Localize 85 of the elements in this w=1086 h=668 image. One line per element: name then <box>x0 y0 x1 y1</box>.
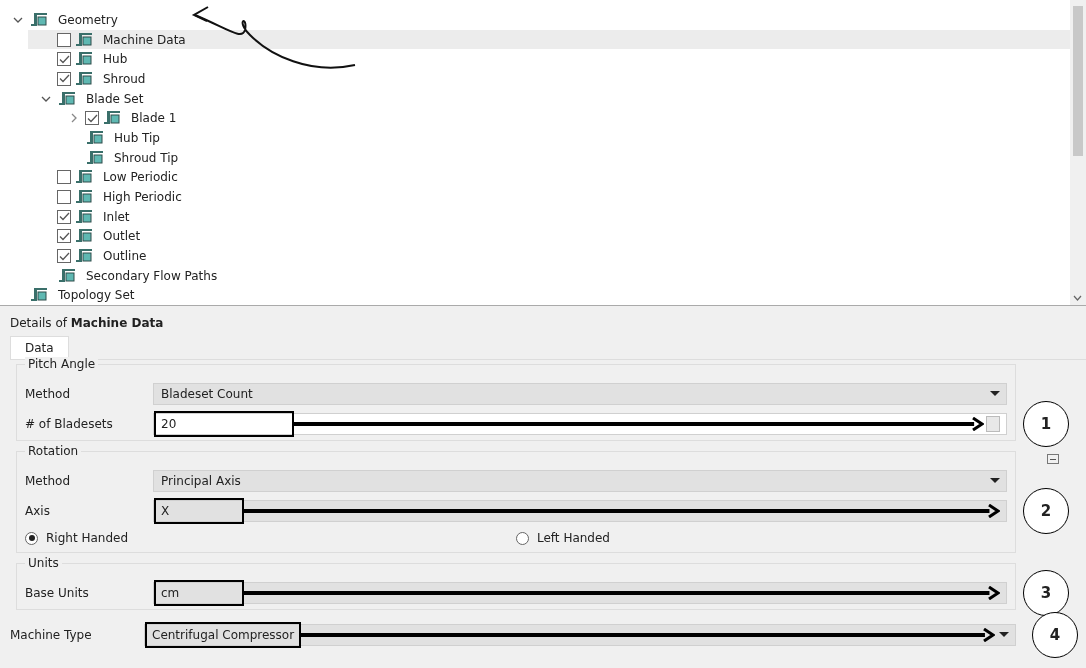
dropdown-field[interactable]: Bladeset Count <box>153 382 1007 405</box>
caret-icon <box>999 632 1009 637</box>
tree-item-label: Outlet <box>103 229 141 244</box>
field-value: cm <box>154 579 244 606</box>
tree-item[interactable]: Machine Data <box>28 29 1070 50</box>
tree-item[interactable]: Low Periodic <box>28 167 1070 188</box>
tree-item-label: Topology Set <box>58 288 135 303</box>
field-value: Centrifugal Compressor <box>145 621 302 648</box>
tree-item[interactable]: Hub Tip <box>56 128 1070 148</box>
field-label: Machine Type <box>10 627 93 642</box>
scroll-down-icon[interactable] <box>1073 295 1082 301</box>
field-label: Base Units <box>25 585 90 600</box>
group-title: Units <box>25 556 62 570</box>
input-field[interactable]: 20 <box>153 412 1007 435</box>
radio-option[interactable]: Right Handed <box>25 531 516 545</box>
tree-item[interactable]: Shroud Tip <box>56 147 1070 168</box>
checkbox[interactable] <box>57 32 71 47</box>
callout-number: 2 <box>1023 487 1069 534</box>
arrow-head-icon <box>972 416 984 431</box>
tab[interactable]: Data <box>10 336 69 359</box>
tree-item[interactable]: Outline <box>28 246 1070 266</box>
group-title: Rotation <box>25 444 82 458</box>
tree-item-label: Blade Set <box>86 91 144 106</box>
dropdown-field[interactable]: Principal Axis <box>153 469 1007 492</box>
radio-label: Left Handed <box>537 531 610 545</box>
checkbox[interactable] <box>57 71 71 86</box>
field-value: Bladeset Count <box>160 385 254 403</box>
arrow-head-icon <box>988 585 1000 600</box>
input-field[interactable]: X <box>153 499 1007 522</box>
input-field[interactable]: cm <box>153 581 1007 604</box>
checkbox[interactable] <box>57 249 71 264</box>
arrow-head-icon <box>983 627 995 642</box>
caret-icon <box>990 391 1000 396</box>
dropdown-field[interactable]: Centrifugal Compressor <box>144 623 1016 646</box>
tree-item[interactable]: High Periodic <box>28 187 1070 207</box>
radio-button[interactable] <box>516 531 529 545</box>
tree-item-label: Machine Data <box>103 32 186 47</box>
chevron-down-icon[interactable] <box>41 95 51 102</box>
group-title: Pitch Angle <box>25 357 99 371</box>
tree-item-label: Hub <box>103 52 128 67</box>
chevron-down-icon[interactable] <box>13 16 23 23</box>
callout-number: 4 <box>1032 611 1078 658</box>
tree-item-label: Inlet <box>103 209 130 224</box>
field-value: X <box>154 497 244 524</box>
tree-item-label: Geometry <box>58 12 118 27</box>
caret-icon <box>990 478 1000 483</box>
tree-item[interactable]: Inlet <box>28 206 1070 227</box>
field-label: Axis <box>25 503 51 518</box>
tree-item[interactable]: Geometry <box>0 10 1070 30</box>
tree-item-label: Blade 1 <box>131 111 177 126</box>
callout-number: 3 <box>1023 569 1069 616</box>
tree-item[interactable]: Blade Set <box>28 88 1070 109</box>
tree-item-label: High Periodic <box>103 190 182 205</box>
scrollbar[interactable] <box>1070 0 1086 305</box>
tree-item-label: Hub Tip <box>114 130 160 145</box>
field-value: Principal Axis <box>160 472 242 490</box>
field-label: Method <box>25 386 71 401</box>
checkbox[interactable] <box>57 229 71 244</box>
radio-option[interactable]: Left Handed <box>516 531 1007 545</box>
radio-label: Right Handed <box>46 531 128 545</box>
radio-button[interactable] <box>25 531 38 545</box>
tree-item-label: Shroud Tip <box>114 150 179 165</box>
tree-item-label: Outline <box>103 249 147 264</box>
checkbox[interactable] <box>57 170 71 185</box>
tree-item[interactable]: Shroud <box>28 69 1070 89</box>
checkbox[interactable] <box>57 209 71 224</box>
tree-item-label: Shroud <box>103 71 146 86</box>
details-title: Details of Machine Data <box>10 316 165 332</box>
field-label: # of Bladesets <box>25 416 114 431</box>
chevron-right-icon[interactable] <box>71 113 77 124</box>
tree-item-label: Secondary Flow Paths <box>86 268 218 283</box>
field-label: Method <box>25 473 71 488</box>
field-value: 20 <box>154 410 294 437</box>
tree-item[interactable]: Outlet <box>28 226 1070 247</box>
tree-item[interactable]: Topology Set <box>0 285 1070 306</box>
callout-number: 1 <box>1023 400 1069 447</box>
checkbox[interactable] <box>85 111 99 126</box>
tree-item[interactable]: Blade 1 <box>56 108 1070 129</box>
checkbox[interactable] <box>57 52 71 67</box>
checkbox[interactable] <box>57 190 71 205</box>
tree-item[interactable]: Hub <box>28 49 1070 70</box>
tree-item-label: Low Periodic <box>103 170 178 185</box>
tree-item[interactable]: Secondary Flow Paths <box>28 265 1070 286</box>
collapse-icon[interactable] <box>1047 454 1059 464</box>
arrow-head-icon <box>988 503 1000 518</box>
